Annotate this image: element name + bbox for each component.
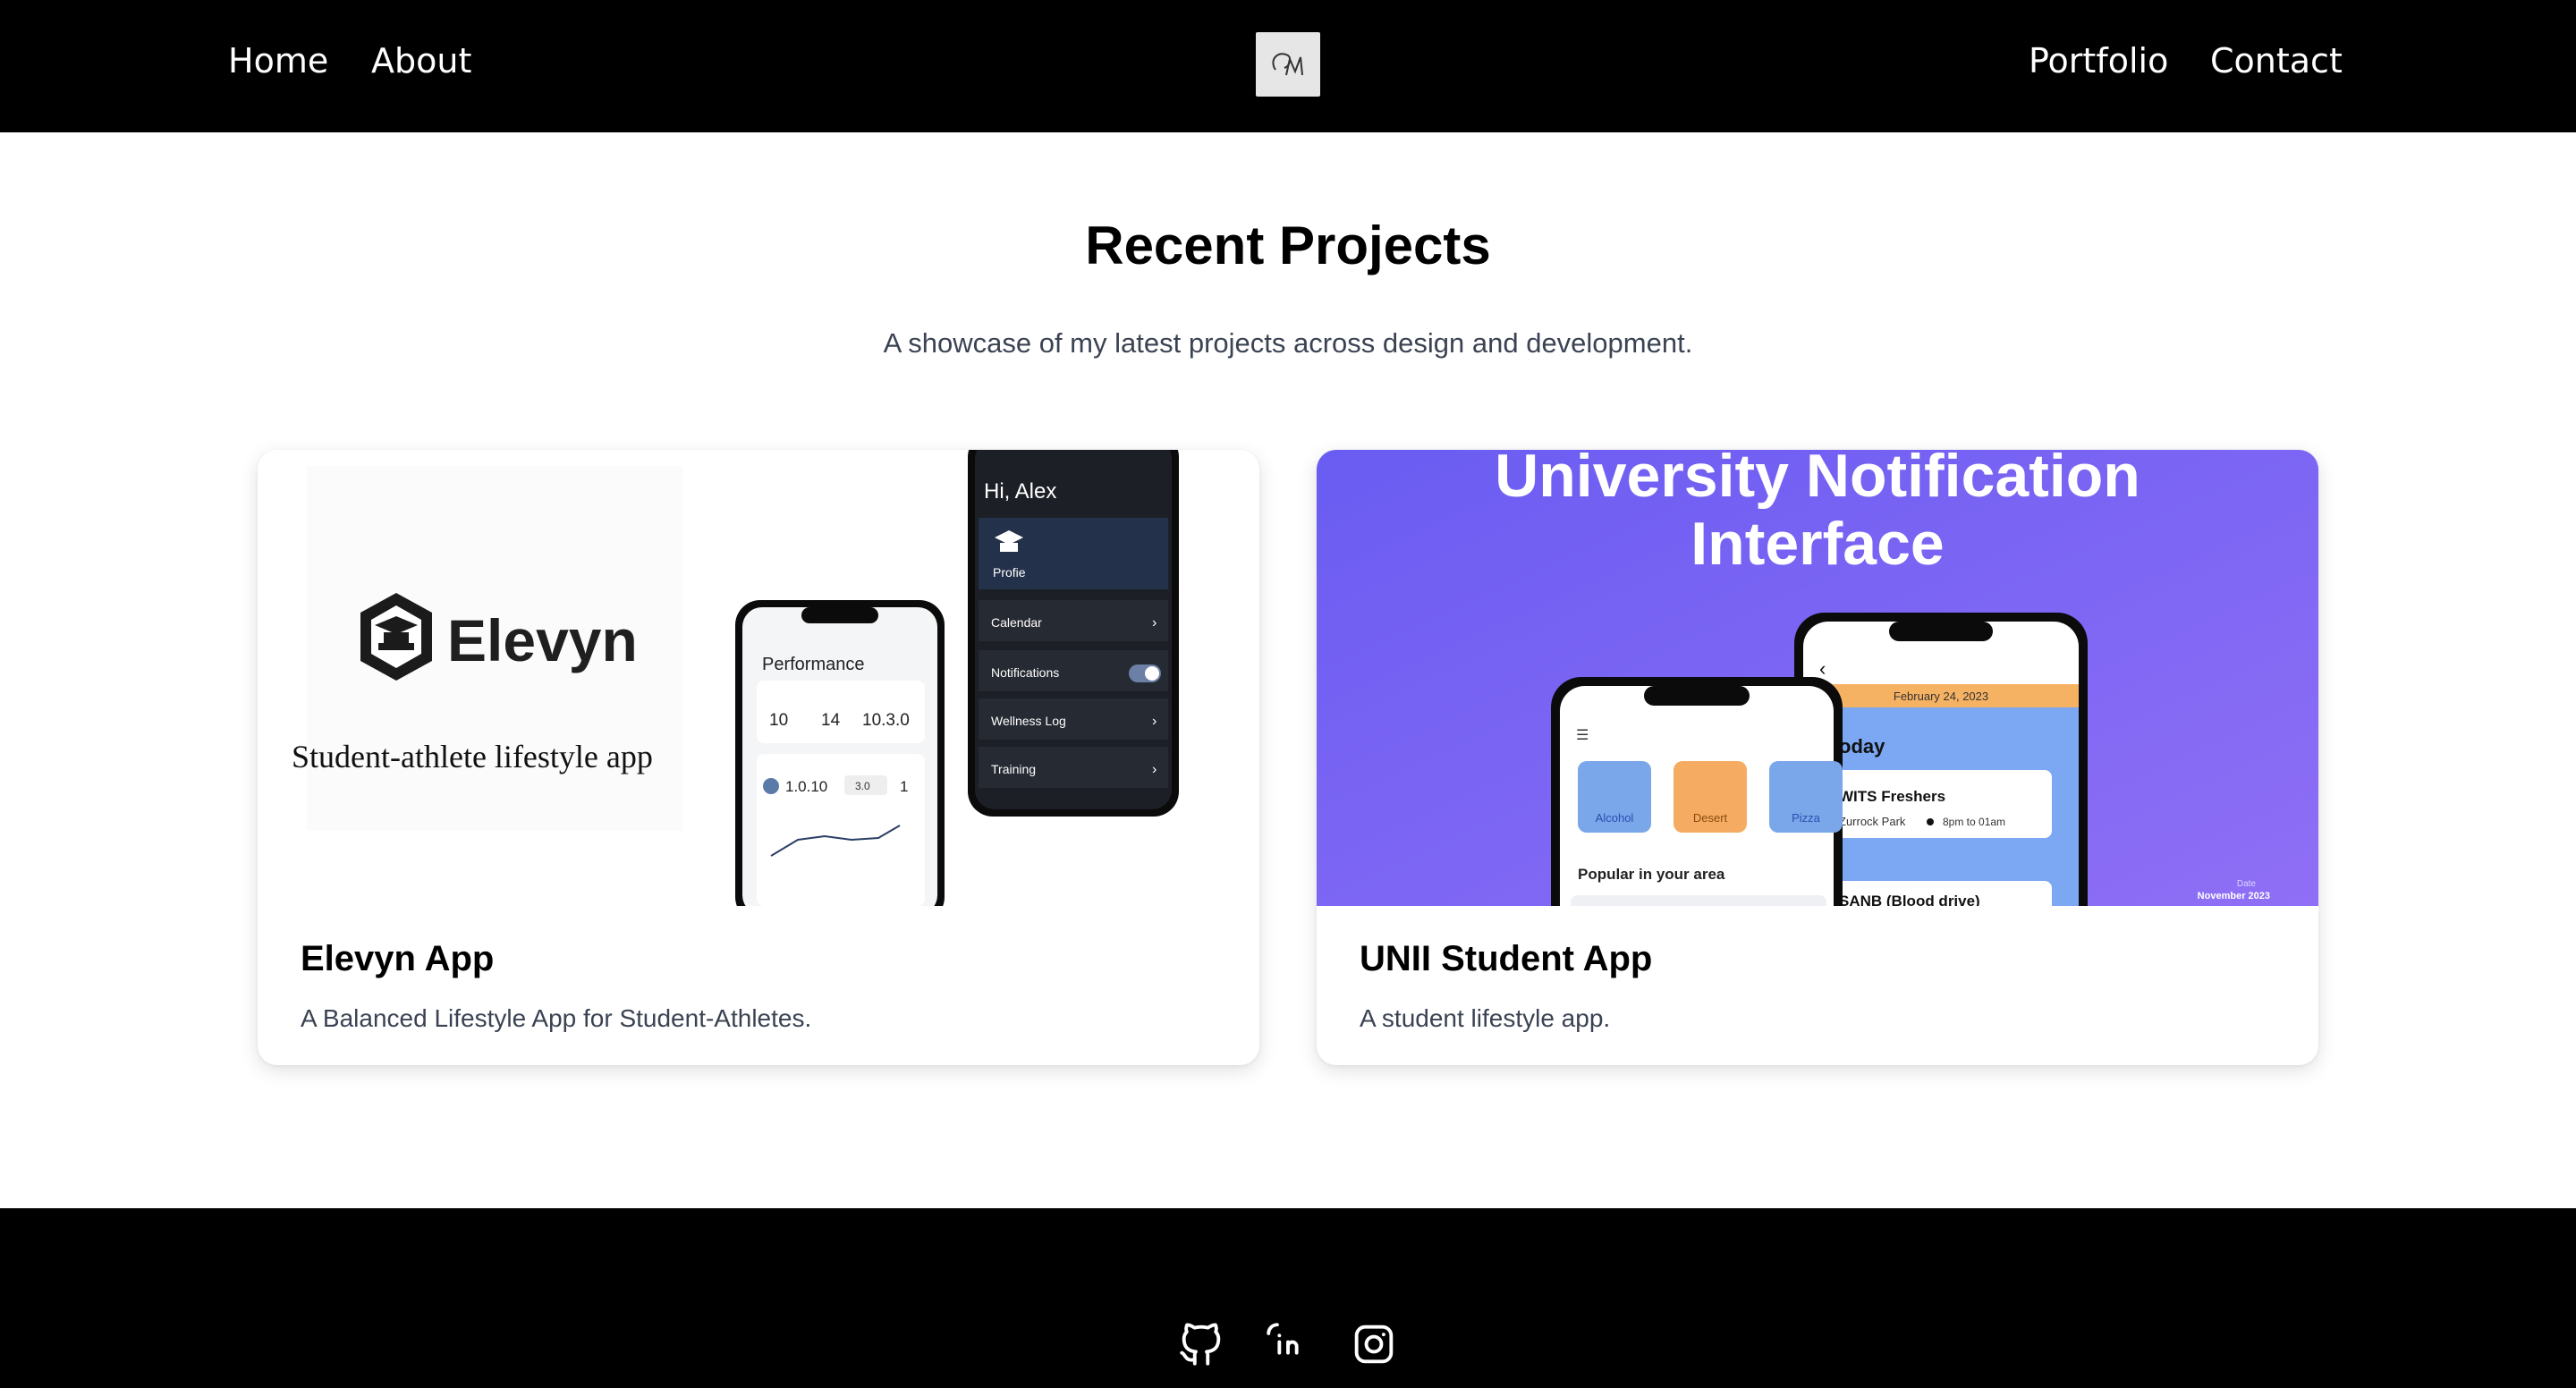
github-icon[interactable]: [1175, 1318, 1227, 1370]
project-title: UNII Student App: [1360, 939, 1653, 978]
stat-3: 10.3.0: [862, 711, 910, 730]
project-card-unii[interactable]: University Notification Interface ‹ Febr…: [1317, 450, 2318, 1065]
unii-headline-1: University Notification: [1495, 450, 2140, 510]
svg-text:›: ›: [1152, 615, 1157, 631]
event1-time: 8pm to 01am: [1943, 816, 2005, 828]
stress-value: 1.0.10: [785, 778, 827, 795]
event1-place: Zurrock Park: [1839, 815, 1906, 828]
elevyn-brand-text: Elevyn: [447, 607, 638, 673]
greeting-text: Hi, Alex: [984, 479, 1056, 504]
svg-text:›: ›: [1152, 714, 1157, 729]
project-image-unii: University Notification Interface ‹ Febr…: [1317, 450, 2318, 906]
popular-label: Popular in your area: [1578, 866, 1725, 883]
linkedin-icon[interactable]: [1262, 1318, 1314, 1370]
svg-text:‹: ‹: [1819, 657, 1826, 680]
profile-label: Profie: [993, 565, 1026, 580]
project-card-elevyn[interactable]: Elevyn Student-athlete lifestyle app Per…: [258, 450, 1259, 1065]
project-title: Elevyn App: [301, 939, 495, 978]
elevyn-tagline-text: Student-athlete lifestyle app: [292, 739, 653, 774]
event1-title: WITS Freshers: [1839, 788, 1945, 805]
date-label: Date: [2237, 879, 2257, 889]
stat-2: 14: [821, 711, 841, 730]
nav-about-link[interactable]: About: [371, 41, 471, 80]
menu-calendar: Calendar: [991, 615, 1042, 630]
nav-home-link[interactable]: Home: [228, 41, 328, 80]
project-description: A Balanced Lifestyle App for Student-Ath…: [301, 1004, 812, 1032]
date-value: November 2023: [2198, 891, 2270, 901]
svg-text:›: ›: [1152, 762, 1157, 777]
today-label: oday: [1839, 735, 1885, 757]
category-alcohol: Alcohol: [1596, 811, 1634, 825]
project-description: A student lifestyle app.: [1360, 1004, 1611, 1032]
menu-training: Training: [991, 762, 1036, 776]
instagram-icon[interactable]: [1348, 1318, 1400, 1370]
stress-badge: 3.0: [855, 780, 870, 792]
stress-tail: 1: [900, 778, 908, 795]
logo-monogram-icon[interactable]: [1256, 32, 1320, 97]
footer: [0, 1208, 2576, 1388]
project-image-elevyn: Elevyn Student-athlete lifestyle app Per…: [258, 450, 1259, 906]
performance-heading: Performance: [762, 655, 865, 674]
menu-notifications: Notifications: [991, 665, 1059, 680]
stat-1: 10: [769, 711, 788, 730]
page-subtitle: A showcase of my latest projects across …: [883, 327, 1693, 359]
event-date: February 24, 2023: [1894, 690, 1988, 703]
svg-text:☰: ☰: [1576, 728, 1589, 743]
navbar: Home About Portfolio Contact: [0, 0, 2576, 132]
event2-title: SANB (Blood drive): [1839, 893, 1980, 906]
unii-headline-2: Interface: [1690, 510, 1944, 578]
nav-contact-link[interactable]: Contact: [2210, 41, 2343, 80]
nav-portfolio-link[interactable]: Portfolio: [2029, 41, 2168, 80]
category-desert: Desert: [1693, 811, 1728, 825]
category-pizza: Pizza: [1792, 811, 1821, 825]
menu-wellness-log: Wellness Log: [991, 714, 1066, 728]
page-title: Recent Projects: [1085, 216, 1491, 275]
